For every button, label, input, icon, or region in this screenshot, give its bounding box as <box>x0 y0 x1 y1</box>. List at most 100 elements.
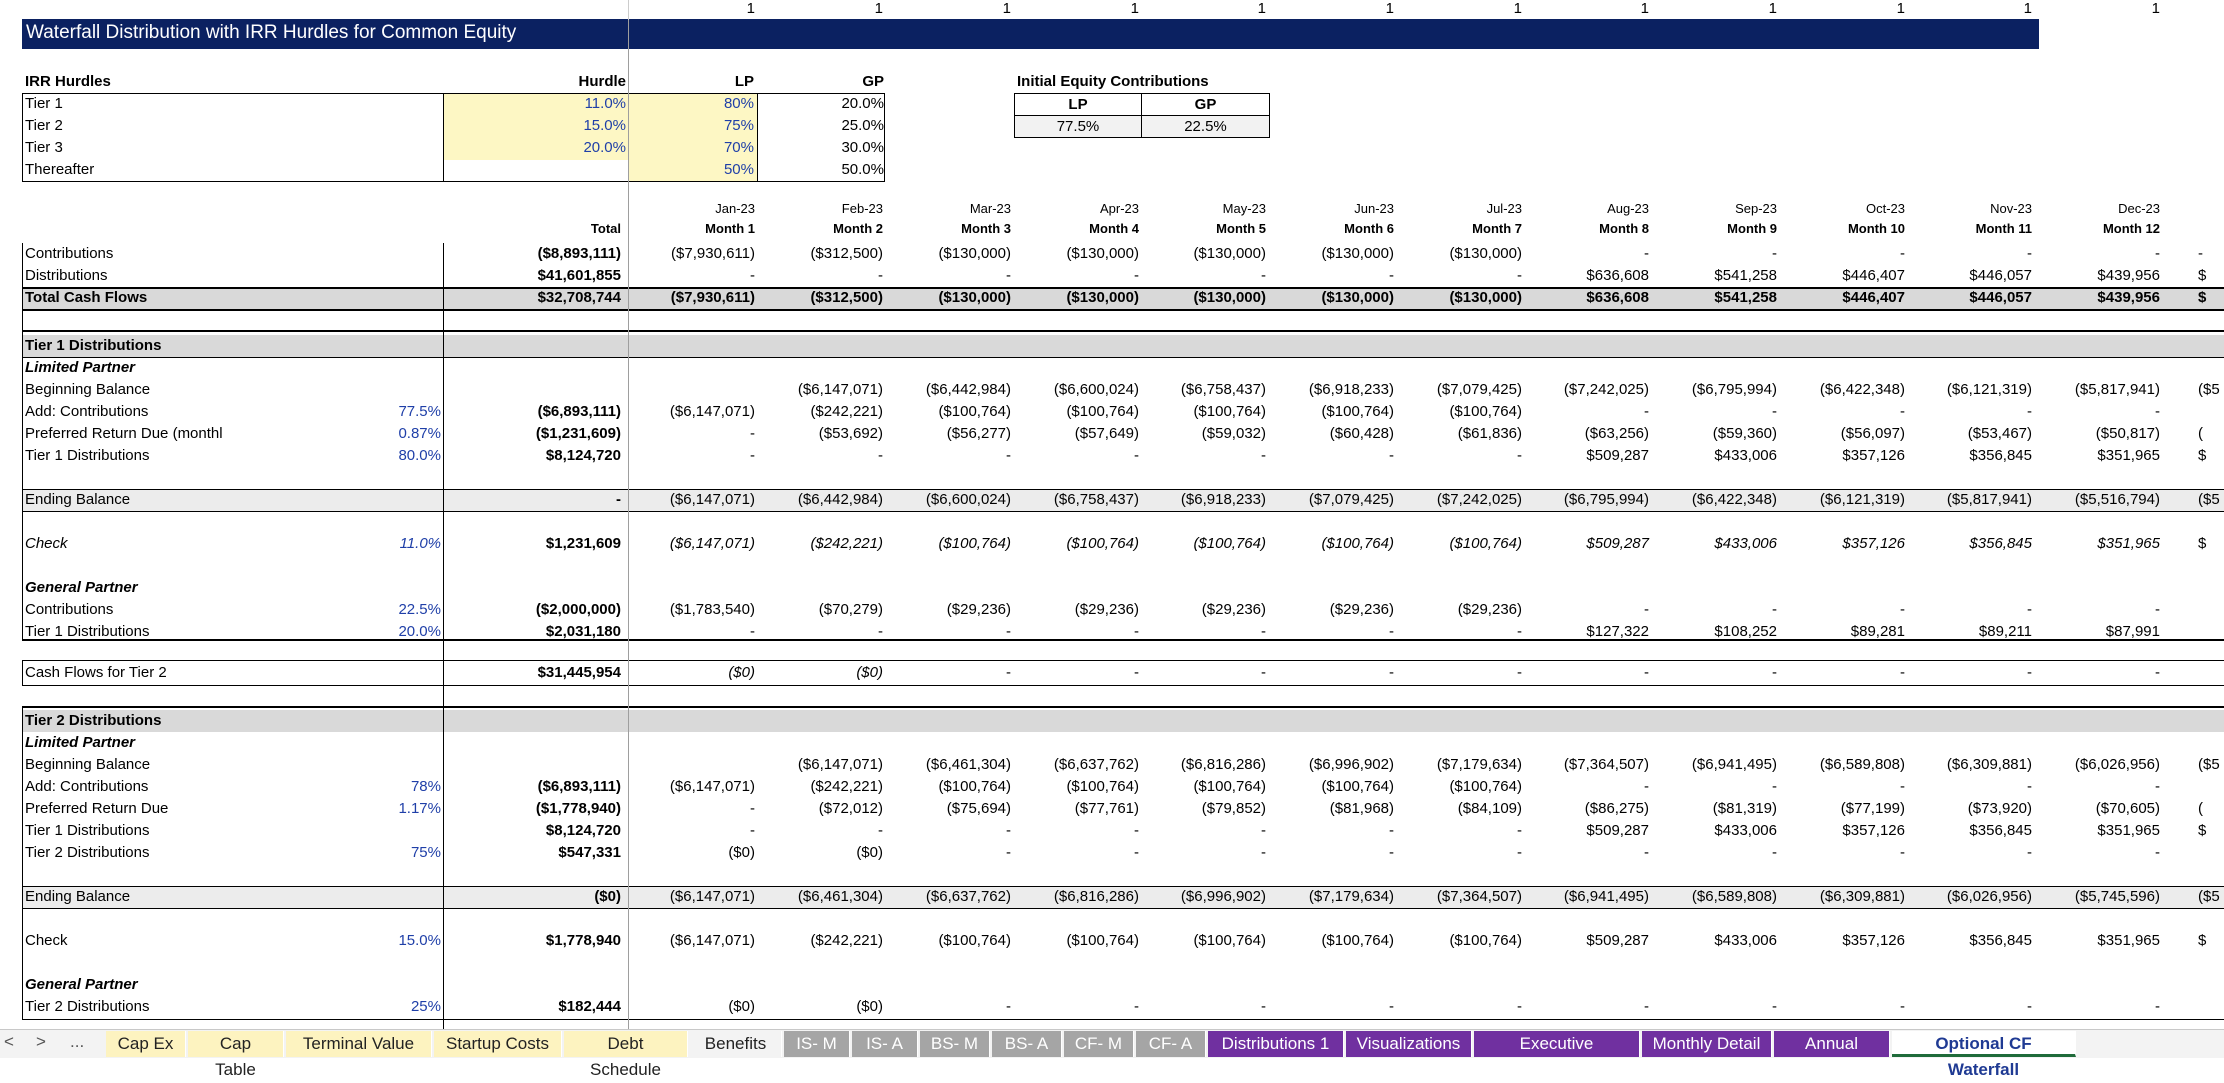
row-total: $31,445,954 <box>537 664 621 681</box>
irr-hurdle-value[interactable]: 15.0% <box>500 117 626 134</box>
row-cell: - <box>1389 664 1394 681</box>
row-total: $8,124,720 <box>545 447 621 464</box>
row-cell: ($6,147,071) <box>669 535 755 552</box>
sheet-tab[interactable]: IS- M <box>784 1031 850 1057</box>
row-cell: ($70,605) <box>2095 800 2160 817</box>
row-cell: - <box>750 447 755 464</box>
row-cell: ($5,817,941) <box>2074 381 2160 398</box>
row-t2-gp-distributions: Tier 2 Distributions 25% $182,444 ($0) ($0) -… <box>0 996 2224 1018</box>
row-cell: ($0) <box>856 844 883 861</box>
sheet-tab[interactable]: CF- M <box>1064 1031 1134 1057</box>
row-cell: ($130,000) <box>1449 245 1522 262</box>
row-cell: - <box>1134 998 1139 1015</box>
row-cell: - <box>1772 664 1777 681</box>
tab-nav-button[interactable]: < <box>4 1032 14 1052</box>
row-cell: ($100,764) <box>1449 932 1522 949</box>
initial-equity-gp-value[interactable]: 22.5% <box>1142 118 1269 135</box>
row-t2-lp-ending: Ending Balance ($0) ($6,147,071) ($6,461,30… <box>0 886 2224 908</box>
sheet-tab[interactable]: BS- M <box>920 1031 990 1057</box>
sheet-tab[interactable]: IS- A <box>852 1031 918 1057</box>
irr-tier-label: Tier 1 <box>25 95 63 112</box>
sheet-tab[interactable]: Annual Detail <box>1774 1031 1890 1079</box>
row-cell: ($53,692) <box>818 425 883 442</box>
row-cell: ($6,589,808) <box>1691 888 1777 905</box>
row-total: $8,124,720 <box>545 822 621 839</box>
sheet-tab[interactable]: Visualizations <box>1346 1031 1472 1057</box>
row-cell: - <box>1517 267 1522 284</box>
row-cash-flows-tier2: Cash Flows for Tier 2 $31,445,954 ($0) ($0)… <box>0 662 2224 684</box>
sheet-tab[interactable]: CF- A <box>1136 1031 1206 1057</box>
row-cell: ($29,236) <box>1201 601 1266 618</box>
irr-lp-split[interactable]: 50% <box>630 161 754 178</box>
row-cell: $541,258 <box>1714 267 1777 284</box>
row-cell: - <box>1900 844 1905 861</box>
sheet-tab[interactable]: Optional CF Waterfall <box>1892 1031 2076 1079</box>
row-cell: $509,287 <box>1586 535 1649 552</box>
row-cell: - <box>1389 623 1394 640</box>
row-cell: ($100,764) <box>1449 403 1522 420</box>
column-month: Month 8 <box>1599 221 1649 236</box>
column-month: Month 10 <box>1847 221 1905 236</box>
sheet-tab[interactable]: Debt Schedule <box>564 1031 688 1079</box>
sheet-tab[interactable]: Cap Ex <box>106 1031 186 1057</box>
row-cell: - <box>2027 664 2032 681</box>
horizontal-rule <box>22 511 2224 512</box>
row-cell: ($6,461,304) <box>925 756 1011 773</box>
row-cell: ($100,764) <box>1449 535 1522 552</box>
subsection-tier1-lp: Limited Partner <box>0 357 2224 379</box>
row-cell: - <box>2155 403 2160 420</box>
row-cell: ($100,764) <box>1193 778 1266 795</box>
row-cell: ($59,360) <box>1712 425 1777 442</box>
row-cell: ($81,968) <box>1329 800 1394 817</box>
tab-nav-button[interactable]: > <box>36 1032 46 1052</box>
row-cell: $446,057 <box>1969 267 2032 284</box>
sheet-tab[interactable]: Benefits <box>690 1031 782 1057</box>
tab-nav-button[interactable]: ... <box>70 1032 84 1052</box>
row-cell: ($6,442,984) <box>797 491 883 508</box>
initial-equity-lp-value[interactable]: 77.5% <box>1015 118 1141 135</box>
row-label: Contributions <box>25 601 114 618</box>
sheet-tab[interactable]: Distributions 1 <box>1208 1031 1344 1057</box>
row-cell: - <box>1134 447 1139 464</box>
row-cell: ($59,032) <box>1201 425 1266 442</box>
subsection-tier1-gp: General Partner <box>0 577 2224 599</box>
column-date: Dec-23 <box>2118 201 2160 216</box>
irr-lp-split[interactable]: 70% <box>630 139 754 156</box>
sheet-tab[interactable]: Startup Costs <box>434 1031 562 1057</box>
row-edge-cell: ( <box>2198 425 2203 442</box>
sheet-tab[interactable]: Terminal Value <box>286 1031 432 1057</box>
sheet-tab[interactable]: Monthly Detail <box>1642 1031 1772 1057</box>
row-cell: - <box>750 267 755 284</box>
row-cell: - <box>2027 403 2032 420</box>
row-cell: ($312,500) <box>810 289 883 306</box>
sheet-tab[interactable]: Executive Summary <box>1474 1031 1640 1079</box>
row-cell: - <box>1006 844 1011 861</box>
row-cell: ($63,256) <box>1584 425 1649 442</box>
row-cell: ($29,236) <box>1074 601 1139 618</box>
sheet-tab[interactable]: BS- A <box>992 1031 1062 1057</box>
irr-lp-split[interactable]: 80% <box>630 95 754 112</box>
irr-hurdle-col: Hurdle <box>578 73 626 90</box>
row-cell: $357,126 <box>1842 822 1905 839</box>
column-month: Month 7 <box>1472 221 1522 236</box>
row-cell: - <box>878 447 883 464</box>
row-label: Contributions <box>25 245 114 262</box>
sheet-tab[interactable]: Cap Table <box>188 1031 284 1079</box>
row-t2-lp-contributions: Add: Contributions 78% ($6,893,111) ($6,147… <box>0 776 2224 798</box>
irr-gp-split: 30.0% <box>841 139 884 156</box>
row-cell: ($6,758,437) <box>1180 381 1266 398</box>
column-date: Sep-23 <box>1735 201 1777 216</box>
row-cell: - <box>1261 998 1266 1015</box>
row-cell: - <box>1772 403 1777 420</box>
irr-hurdle-value[interactable]: 20.0% <box>500 139 626 156</box>
row-cell: ($5,817,941) <box>1946 491 2032 508</box>
irr-hurdle-value[interactable]: 11.0% <box>500 95 626 112</box>
row-cell: ($7,930,611) <box>671 245 755 262</box>
row-cell: - <box>1261 267 1266 284</box>
row-label: Tier 1 Distributions <box>25 822 150 839</box>
column-month: Month 6 <box>1344 221 1394 236</box>
column-date: Jan-23 <box>715 201 755 216</box>
irr-lp-split[interactable]: 75% <box>630 117 754 134</box>
row-cell: $433,006 <box>1714 447 1777 464</box>
row-cell: $89,211 <box>1978 623 2032 640</box>
